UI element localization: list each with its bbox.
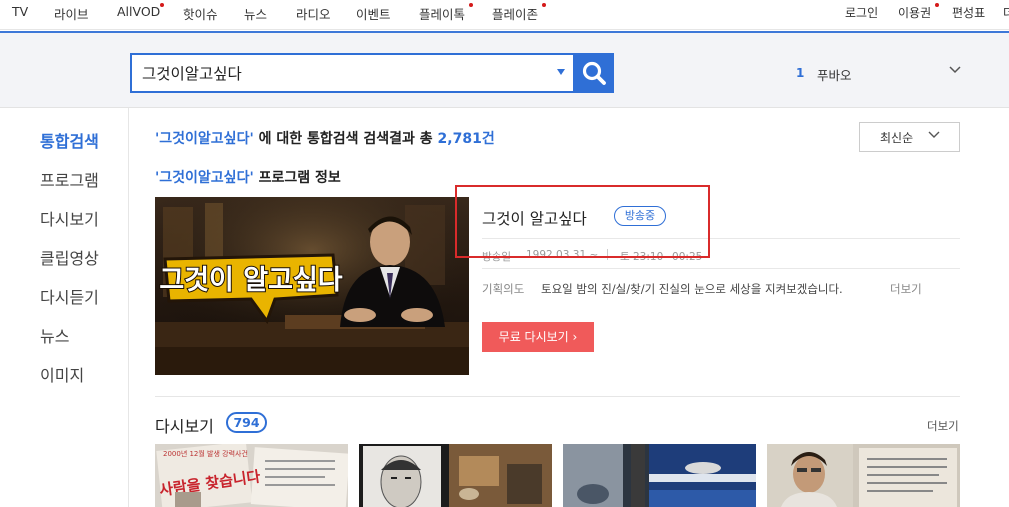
document-top-text: 2000년 12월 발생 강력사건 (163, 449, 248, 458)
program-section-query: '그것이알고싶다' (155, 170, 254, 186)
nav-live[interactable]: 라이브 (54, 4, 89, 23)
program-poster-image: 그것이 알고싶다 (155, 197, 469, 375)
replay-more-link[interactable]: 더보기 (927, 418, 959, 434)
program-section-suffix: 프로그램 정보 (253, 170, 341, 186)
nav-playtalk[interactable]: 플레이톡 (419, 4, 465, 23)
summary-text: 에 대한 통합검색 검색결과 총 (253, 131, 438, 147)
top-navigation: TV 라이브 AllVOD 핫이슈 뉴스 라디오 이벤트 플레이톡 플레이존 로… (0, 0, 1009, 30)
trending-rank: 1 (796, 66, 805, 80)
free-replay-button[interactable]: 무료 다시보기 › (482, 322, 594, 352)
nav-allvod[interactable]: AllVOD (117, 4, 160, 19)
new-dot-icon (160, 3, 164, 7)
nav-radio[interactable]: 라디오 (296, 4, 331, 23)
nav-news[interactable]: 뉴스 (244, 4, 267, 23)
replay-thumbnail[interactable]: 2000년 12월 발생 강력사건 사람을 찾습니다 (155, 444, 348, 507)
sidebar-item-news[interactable]: 뉴스 (40, 323, 69, 347)
nav-event[interactable]: 이벤트 (356, 4, 391, 23)
highlight-box (455, 185, 710, 258)
program-thumbnail[interactable]: 그것이 알고싶다 (155, 197, 469, 375)
sort-label: 최신순 (880, 131, 914, 145)
sidebar-item-replay[interactable]: 다시보기 (40, 206, 99, 230)
search-summary: '그것이알고싶다' 에 대한 통합검색 검색결과 총 2,781건 (155, 128, 495, 148)
poster-logo-text: 그것이 알고싶다 (159, 265, 342, 296)
composite-sketch-image (359, 444, 552, 507)
summary-count: 2,781건 (437, 131, 495, 147)
replay-thumbnail[interactable] (359, 444, 552, 507)
search-box (130, 53, 575, 93)
new-dot-icon (542, 3, 546, 7)
sidebar-item-relisten[interactable]: 다시듣기 (40, 284, 99, 308)
sidebar-item-integrated-search[interactable]: 통합검색 (40, 128, 99, 152)
summary-query: '그것이알고싶다' (155, 131, 254, 147)
info-divider (482, 268, 960, 269)
more-link-truncated[interactable]: 더 (1003, 4, 1009, 21)
plan-text: 토요일 밤의 진/실/찾/기 진실의 눈으로 세상을 지켜보겠습니다. (541, 282, 843, 296)
chevron-down-icon (928, 131, 940, 138)
sort-dropdown[interactable]: 최신순 (859, 122, 960, 152)
login-link[interactable]: 로그인 (845, 4, 878, 21)
nav-playzone[interactable]: 플레이존 (492, 4, 538, 23)
plan-label: 기획의도 (482, 282, 525, 296)
replay-section-title: 다시보기 (155, 417, 214, 436)
search-band: 1 푸바오 (0, 31, 1009, 108)
replay-thumbnail[interactable] (767, 444, 960, 507)
schedule-link[interactable]: 편성표 (952, 4, 985, 21)
new-dot-icon (935, 3, 939, 7)
portrait-document-image (767, 444, 960, 507)
sidebar-item-clip[interactable]: 클립영상 (40, 245, 99, 269)
trending-keyword[interactable]: 푸바오 (817, 65, 852, 84)
replay-thumbnail[interactable] (563, 444, 756, 507)
replay-count-badge: 794 (226, 412, 267, 433)
program-section-title: '그것이알고싶다' 프로그램 정보 (155, 167, 341, 187)
pool-scene-image (563, 444, 756, 507)
nav-hot-issue[interactable]: 핫이슈 (183, 4, 218, 23)
chevron-down-icon[interactable] (949, 66, 961, 74)
nav-tv[interactable]: TV (12, 4, 28, 19)
sidebar-item-image[interactable]: 이미지 (40, 362, 84, 386)
sidebar-divider (128, 108, 129, 507)
section-divider (155, 396, 960, 397)
caret-down-icon[interactable] (557, 69, 565, 75)
sidebar-item-program[interactable]: 프로그램 (40, 167, 99, 191)
search-input[interactable] (142, 55, 542, 91)
search-button[interactable] (575, 53, 614, 93)
search-icon (582, 61, 606, 85)
new-dot-icon (469, 3, 473, 7)
plan-more-link[interactable]: 더보기 (890, 281, 922, 297)
document-image: 2000년 12월 발생 강력사건 사람을 찾습니다 (155, 444, 348, 507)
voucher-link[interactable]: 이용권 (898, 4, 931, 21)
